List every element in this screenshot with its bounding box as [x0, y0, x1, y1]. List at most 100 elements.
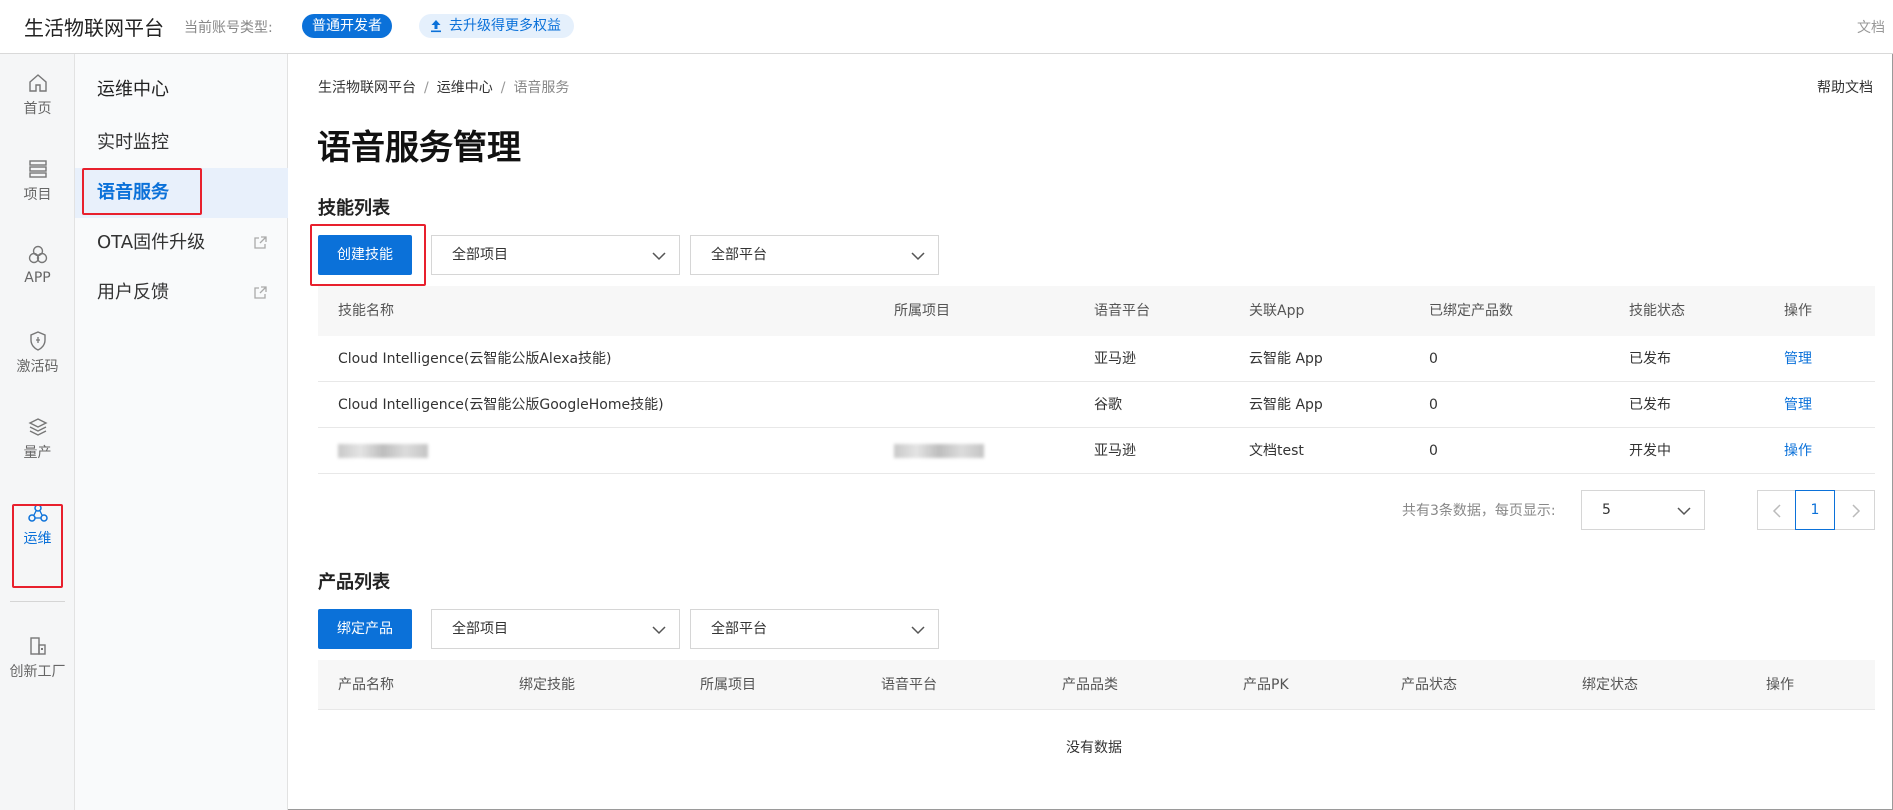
column-header: 绑定技能	[519, 677, 575, 693]
rail-item-app[interactable]: APP	[0, 244, 75, 304]
redacted-text	[338, 444, 428, 458]
column-header: 技能状态	[1629, 303, 1685, 319]
skill-bound-count-cell: 0	[1429, 443, 1438, 459]
column-header: 操作	[1766, 677, 1794, 693]
rail-item-activation-code[interactable]: 激活码	[0, 330, 75, 390]
column-header: 产品PK	[1243, 677, 1289, 693]
column-header: 语音平台	[881, 677, 937, 693]
page-number-current[interactable]: 1	[1795, 490, 1835, 530]
skill-bound-count-cell: 0	[1429, 351, 1438, 367]
column-header: 产品品类	[1062, 677, 1118, 693]
skill-project-cell-redacted	[894, 428, 984, 474]
column-header: 语音平台	[1094, 303, 1150, 319]
rail-item-label: 项目	[23, 187, 52, 203]
skills-project-filter[interactable]: 全部项目	[431, 235, 680, 275]
breadcrumb-current: 语音服务	[513, 80, 570, 96]
manage-link[interactable]: 管理	[1784, 382, 1812, 428]
upgrade-button[interactable]: 去升级得更多权益	[419, 14, 574, 38]
rail-item-ops[interactable]: 运维	[0, 502, 75, 562]
products-project-filter[interactable]: 全部项目	[431, 609, 680, 649]
rail-item-mass-production[interactable]: 量产	[0, 416, 75, 476]
top-bar: 生活物联网平台 当前账号类型: 普通开发者 去升级得更多权益 文档	[0, 0, 1893, 54]
account-type-label: 当前账号类型:	[184, 20, 273, 36]
table-row: 亚马逊 文档test 0 开发中 操作	[318, 428, 1875, 474]
column-header: 产品状态	[1401, 677, 1457, 693]
operate-link[interactable]: 操作	[1784, 428, 1812, 474]
docs-link[interactable]: 文档	[1857, 17, 1885, 37]
chevron-down-icon	[911, 252, 925, 261]
skill-platform-cell: 亚马逊	[1094, 443, 1136, 459]
skills-platform-filter[interactable]: 全部平台	[690, 235, 939, 275]
skills-table: 技能名称 所属项目 语音平台 关联App 已绑定产品数 技能状态 操作 Clou…	[318, 286, 1875, 475]
skill-name-cell: Cloud Intelligence(云智能公版GoogleHome技能)	[338, 397, 664, 413]
skill-platform-cell: 亚马逊	[1094, 351, 1136, 367]
manage-link[interactable]: 管理	[1784, 336, 1812, 382]
account-type-badge: 普通开发者	[302, 14, 392, 38]
column-header: 关联App	[1249, 303, 1305, 319]
table-row: Cloud Intelligence(云智能公版GoogleHome技能) 谷歌…	[318, 382, 1875, 428]
upload-icon	[431, 20, 441, 33]
chevron-down-icon	[652, 626, 666, 635]
skill-bound-count-cell: 0	[1429, 397, 1438, 413]
subnav-item-user-feedback[interactable]: 用户反馈	[75, 268, 288, 318]
select-value: 全部项目	[452, 247, 508, 263]
create-skill-button[interactable]: 创建技能	[318, 235, 412, 275]
products-section-title: 产品列表	[318, 572, 390, 593]
subnav-item-label: OTA固件升级	[97, 232, 206, 253]
subnav-item-label: 实时监控	[97, 132, 169, 153]
column-header: 所属项目	[894, 303, 950, 319]
bind-product-button[interactable]: 绑定产品	[318, 609, 412, 649]
table-header: 产品名称 绑定技能 所属项目 语音平台 产品品类 产品PK 产品状态 绑定状态 …	[318, 660, 1875, 710]
page-title: 语音服务管理	[317, 128, 521, 168]
rail-item-label: 量产	[23, 445, 52, 461]
skill-name-cell-redacted	[338, 428, 428, 474]
list-icon	[28, 160, 47, 178]
skills-section-title: 技能列表	[318, 198, 390, 219]
chevron-left-icon[interactable]	[1770, 503, 1786, 519]
table-header: 技能名称 所属项目 语音平台 关联App 已绑定产品数 技能状态 操作	[318, 286, 1875, 336]
column-header: 所属项目	[700, 677, 756, 693]
column-header: 技能名称	[338, 303, 394, 319]
rail-item-innovation-factory[interactable]: 创新工厂	[0, 635, 75, 695]
skill-platform-cell: 谷歌	[1094, 397, 1122, 413]
platform-brand[interactable]: 生活物联网平台	[24, 12, 164, 41]
column-header: 操作	[1784, 303, 1812, 319]
subnav-heading: 运维中心	[97, 79, 169, 100]
products-table: 产品名称 绑定技能 所属项目 语音平台 产品品类 产品PK 产品状态 绑定状态 …	[318, 660, 1875, 780]
page-size-select[interactable]: 5	[1581, 490, 1705, 530]
column-header: 绑定状态	[1582, 677, 1638, 693]
breadcrumb-item[interactable]: 运维中心	[437, 80, 493, 96]
app-icon	[28, 245, 47, 264]
rail-item-projects[interactable]: 项目	[0, 158, 75, 218]
rail-item-label: 首页	[23, 101, 52, 117]
breadcrumb-item[interactable]: 生活物联网平台	[318, 80, 416, 96]
rail-item-label: 运维	[23, 531, 52, 547]
skill-name-cell: Cloud Intelligence(云智能公版Alexa技能)	[338, 351, 612, 367]
chevron-right-icon[interactable]	[1847, 503, 1863, 519]
chevron-down-icon	[911, 626, 925, 635]
skill-status-cell: 已发布	[1629, 397, 1671, 413]
products-platform-filter[interactable]: 全部平台	[690, 609, 939, 649]
breadcrumb-separator: /	[500, 80, 506, 96]
select-value: 全部平台	[711, 621, 767, 637]
select-value: 5	[1602, 502, 1611, 518]
subnav-item-ota-upgrade[interactable]: OTA固件升级	[75, 218, 288, 268]
skill-app-cell: 文档test	[1249, 443, 1304, 459]
subnav-item-realtime-monitoring[interactable]: 实时监控	[75, 118, 288, 168]
chevron-down-icon	[652, 252, 666, 261]
external-link-icon	[254, 286, 267, 299]
column-header: 已绑定产品数	[1429, 303, 1513, 319]
help-docs-link[interactable]: 帮助文档	[1817, 77, 1873, 97]
chevron-down-icon	[1677, 507, 1691, 516]
factory-icon	[29, 637, 46, 655]
redacted-text	[894, 444, 984, 458]
rail-item-home[interactable]: 首页	[0, 72, 75, 132]
skill-app-cell: 云智能 App	[1249, 397, 1323, 413]
skill-status-cell: 已发布	[1629, 351, 1671, 367]
rail-divider	[10, 601, 65, 602]
column-header: 产品名称	[338, 677, 394, 693]
external-link-icon	[254, 236, 267, 249]
select-value: 全部项目	[452, 621, 508, 637]
subnav-item-voice-service[interactable]: 语音服务	[75, 168, 288, 218]
home-icon	[28, 74, 47, 92]
